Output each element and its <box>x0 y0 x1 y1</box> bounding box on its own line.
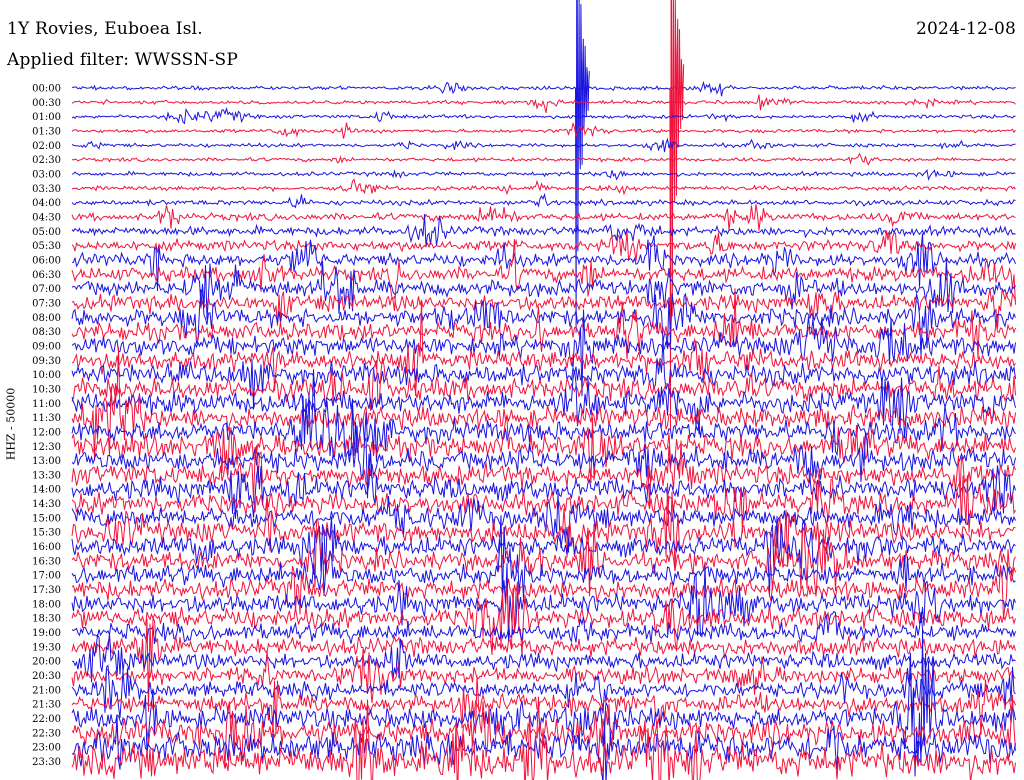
row-time-label: 17:00 <box>32 571 61 582</box>
row-time-label: 22:30 <box>32 728 61 739</box>
row-time-label: 19:00 <box>32 628 61 639</box>
row-time-label: 05:30 <box>32 241 61 252</box>
trace-row-0130 <box>71 121 1016 139</box>
row-time-label: 13:30 <box>32 470 61 481</box>
row-time-label: 16:30 <box>32 556 61 567</box>
row-time-label: 07:00 <box>32 284 61 295</box>
trace-row-0530 <box>71 230 1016 262</box>
helicorder-plot: 00:00 00:30 01:00 01:30 02:00 02:30 03:00 03:30… <box>32 0 1016 780</box>
row-time-label: 06:00 <box>32 256 61 267</box>
row-time-label: 01:30 <box>32 127 61 138</box>
row-time-label: 02:00 <box>32 141 61 152</box>
row-time-label: 14:30 <box>32 499 61 510</box>
row-time-label: 04:30 <box>32 213 61 224</box>
row-time-label: 01:00 <box>32 112 61 123</box>
trace-row-1530 <box>71 482 1016 568</box>
row-time-label: 06:30 <box>32 270 61 281</box>
row-time-label: 23:00 <box>32 743 61 754</box>
row-time-label: 00:30 <box>32 98 61 109</box>
row-time-label: 10:00 <box>32 370 61 381</box>
row-time-label: 16:00 <box>32 542 61 553</box>
row-time-label: 20:00 <box>32 657 61 668</box>
row-time-label: 17:30 <box>32 585 61 596</box>
trace-row-0400 <box>71 192 1016 209</box>
row-time-label: 04:00 <box>32 198 61 209</box>
row-time-label: 11:30 <box>32 413 61 424</box>
row-time-label: 12:30 <box>32 442 61 453</box>
row-time-label: 11:00 <box>32 399 61 410</box>
row-time-label: 10:30 <box>32 384 61 395</box>
row-time-label: 21:00 <box>32 685 61 696</box>
trace-row-0230 <box>71 152 1016 166</box>
trace-row-0030 <box>71 94 1016 114</box>
row-time-label: 18:00 <box>32 599 61 610</box>
row-time-label: 15:00 <box>32 513 61 524</box>
trace-row-0000 <box>71 80 1016 97</box>
row-time-label: 07:30 <box>32 298 61 309</box>
row-label-layer: 00:00 00:30 01:00 01:30 02:00 02:30 03:00 03:30… <box>32 84 61 769</box>
trace-row-0330 <box>71 178 1016 196</box>
row-time-label: 20:30 <box>32 671 61 682</box>
trace-row-0900 <box>71 309 1016 397</box>
row-time-label: 05:00 <box>32 227 61 238</box>
row-time-label: 18:30 <box>32 614 61 625</box>
trace-layer <box>71 0 1016 780</box>
row-time-label: 02:30 <box>32 155 61 166</box>
row-time-label: 23:30 <box>32 757 61 768</box>
row-time-label: 21:30 <box>32 700 61 711</box>
row-time-label: 12:00 <box>32 427 61 438</box>
trace-row-0100 <box>71 106 1016 125</box>
row-time-label: 09:00 <box>32 341 61 352</box>
trace-row-0200 <box>71 137 1016 153</box>
row-time-label: 13:00 <box>32 456 61 467</box>
trace-row-0830 <box>71 288 1016 360</box>
row-time-label: 15:30 <box>32 528 61 539</box>
row-time-label: 09:30 <box>32 356 61 367</box>
row-time-label: 19:30 <box>32 642 61 653</box>
trace-row-1100 <box>71 370 1016 438</box>
row-time-label: 08:00 <box>32 313 61 324</box>
trace-row-0430 <box>71 204 1016 231</box>
row-time-label: 14:00 <box>32 485 61 496</box>
trace-row-1430 <box>71 475 1016 534</box>
row-time-label: 03:00 <box>32 170 61 181</box>
row-time-label: 08:30 <box>32 327 61 338</box>
row-time-label: 00:00 <box>32 84 61 95</box>
trace-row-2230 <box>71 675 1016 768</box>
trace-row-0300 <box>71 169 1016 181</box>
row-time-label: 22:00 <box>32 714 61 725</box>
row-time-label: 03:30 <box>32 184 61 195</box>
trace-row-0600 <box>71 233 1016 292</box>
